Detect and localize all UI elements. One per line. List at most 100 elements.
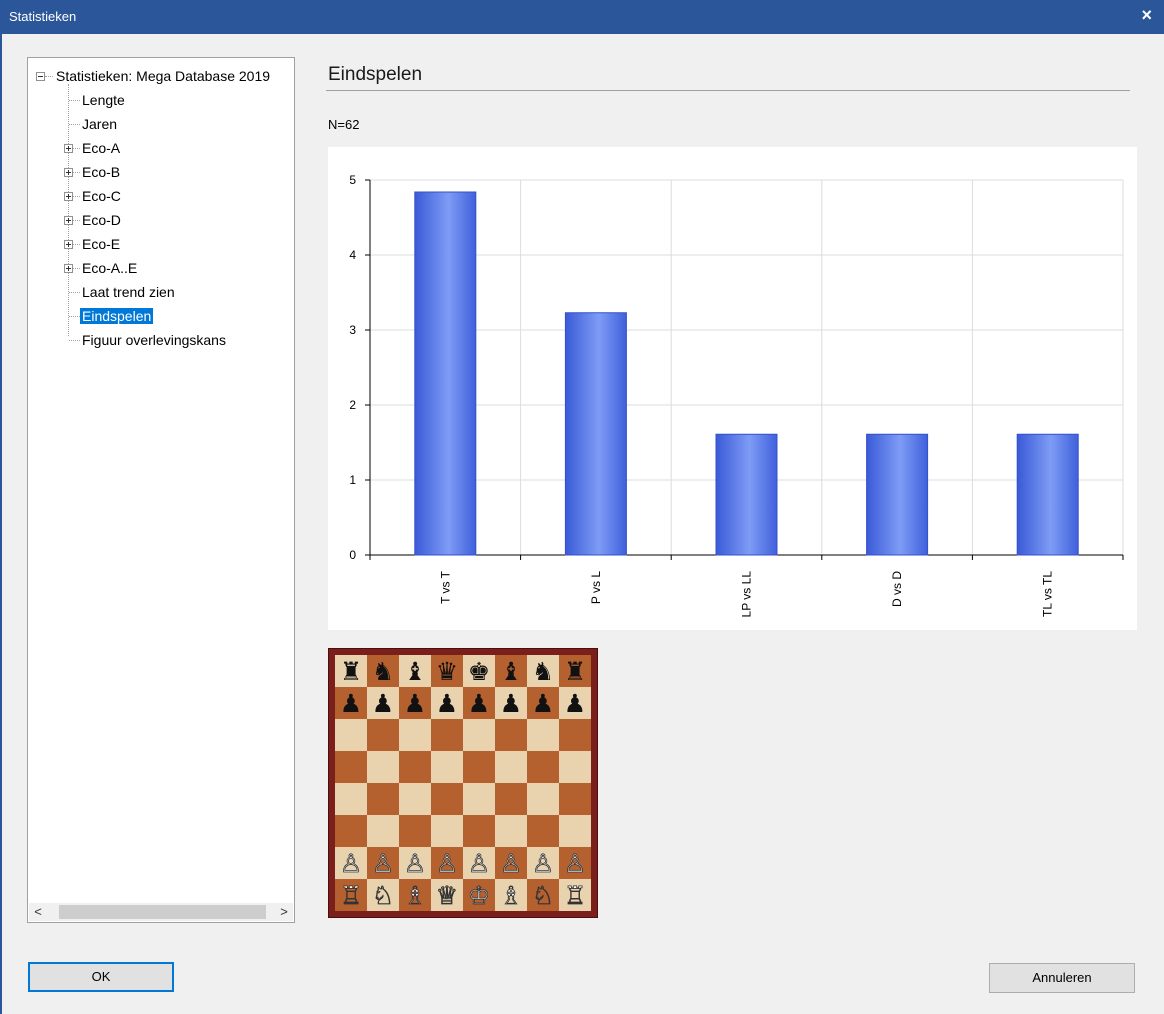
board-square[interactable]: ♙ xyxy=(559,847,591,879)
board-square[interactable] xyxy=(559,783,591,815)
board-square[interactable] xyxy=(495,815,527,847)
horizontal-scrollbar[interactable]: < > xyxy=(29,903,293,921)
board-square[interactable] xyxy=(559,719,591,751)
board-square[interactable]: ♖ xyxy=(335,879,367,911)
black-piece[interactable]: ♟ xyxy=(500,691,522,716)
white-piece[interactable]: ♙ xyxy=(371,850,394,876)
board-square[interactable]: ♕ xyxy=(431,879,463,911)
black-piece[interactable]: ♟ xyxy=(404,691,426,716)
white-piece[interactable]: ♙ xyxy=(563,850,586,876)
tree-item-figuur-overlevingskans[interactable]: Figuur overlevingskans xyxy=(80,329,228,351)
board-square[interactable]: ♜ xyxy=(335,655,367,687)
board-square[interactable]: ♖ xyxy=(559,879,591,911)
board-square[interactable]: ♚ xyxy=(463,655,495,687)
white-piece[interactable]: ♙ xyxy=(403,850,426,876)
board-square[interactable] xyxy=(559,815,591,847)
board-square[interactable] xyxy=(335,751,367,783)
board-square[interactable] xyxy=(399,783,431,815)
board-square[interactable]: ♟ xyxy=(463,687,495,719)
black-piece[interactable]: ♛ xyxy=(436,659,458,684)
white-piece[interactable]: ♖ xyxy=(339,882,362,908)
statistics-tree[interactable]: < > Statistieken: Mega Database 2019 Leng… xyxy=(27,57,295,923)
board-square[interactable] xyxy=(335,783,367,815)
tree-item-eco-a[interactable]: Eco-A xyxy=(80,137,122,159)
board-square[interactable] xyxy=(527,751,559,783)
expand-icon[interactable] xyxy=(64,240,73,249)
board-square[interactable]: ♘ xyxy=(527,879,559,911)
white-piece[interactable]: ♙ xyxy=(531,850,554,876)
board-square[interactable]: ♙ xyxy=(527,847,559,879)
board-square[interactable]: ♗ xyxy=(495,879,527,911)
black-piece[interactable]: ♞ xyxy=(372,659,394,684)
board-square[interactable] xyxy=(463,751,495,783)
board-square[interactable] xyxy=(463,719,495,751)
black-piece[interactable]: ♟ xyxy=(436,691,458,716)
white-piece[interactable]: ♘ xyxy=(531,882,554,908)
white-piece[interactable]: ♕ xyxy=(435,882,458,908)
tree-item-eco-e[interactable]: Eco-E xyxy=(80,233,122,255)
tree-item-eindspelen[interactable]: Eindspelen xyxy=(80,305,154,327)
white-piece[interactable]: ♙ xyxy=(499,850,522,876)
board-square[interactable] xyxy=(527,783,559,815)
tree-item-eco-d[interactable]: Eco-D xyxy=(80,209,123,231)
board-square[interactable] xyxy=(431,751,463,783)
board-square[interactable] xyxy=(399,751,431,783)
board-square[interactable]: ♟ xyxy=(399,687,431,719)
tree-item-jaren[interactable]: Jaren xyxy=(80,113,119,135)
white-piece[interactable]: ♔ xyxy=(467,882,490,908)
board-square[interactable] xyxy=(431,815,463,847)
board-square[interactable]: ♟ xyxy=(527,687,559,719)
black-piece[interactable]: ♟ xyxy=(564,691,586,716)
white-piece[interactable]: ♙ xyxy=(435,850,458,876)
board-square[interactable]: ♝ xyxy=(495,655,527,687)
board-square[interactable] xyxy=(527,719,559,751)
board-square[interactable]: ♙ xyxy=(335,847,367,879)
expand-icon[interactable] xyxy=(64,168,73,177)
black-piece[interactable]: ♚ xyxy=(468,659,490,684)
expand-icon[interactable] xyxy=(64,192,73,201)
chess-board[interactable]: ♜ ♞ ♝ ♛ ♚ ♝ ♞ ♜ ♟ ♟ ♟ ♟ ♟ ♟ ♟ ♟ ♙ ♙ ♙ ♙ ♙ ♙ ♙ ♙ ♖ ♘ ♗ ♕ ♔ ♗ ♘ ♖ xyxy=(328,648,598,918)
black-piece[interactable]: ♟ xyxy=(340,691,362,716)
black-piece[interactable]: ♝ xyxy=(404,659,426,684)
board-square[interactable] xyxy=(367,751,399,783)
board-square[interactable] xyxy=(431,719,463,751)
board-square[interactable] xyxy=(559,751,591,783)
white-piece[interactable]: ♗ xyxy=(499,882,522,908)
board-square[interactable] xyxy=(367,783,399,815)
scroll-right-arrow-icon[interactable]: > xyxy=(275,903,293,921)
board-square[interactable]: ♟ xyxy=(431,687,463,719)
board-square[interactable]: ♟ xyxy=(559,687,591,719)
white-piece[interactable]: ♗ xyxy=(403,882,426,908)
board-square[interactable] xyxy=(463,815,495,847)
black-piece[interactable]: ♟ xyxy=(372,691,394,716)
board-square[interactable]: ♛ xyxy=(431,655,463,687)
board-square[interactable]: ♙ xyxy=(431,847,463,879)
black-piece[interactable]: ♝ xyxy=(500,659,522,684)
board-square[interactable] xyxy=(399,719,431,751)
white-piece[interactable]: ♙ xyxy=(339,850,362,876)
white-piece[interactable]: ♘ xyxy=(371,882,394,908)
board-square[interactable]: ♟ xyxy=(495,687,527,719)
black-piece[interactable]: ♞ xyxy=(532,659,554,684)
scrollbar-thumb[interactable] xyxy=(59,905,266,919)
board-square[interactable]: ♞ xyxy=(367,655,399,687)
board-square[interactable] xyxy=(431,783,463,815)
board-square[interactable]: ♝ xyxy=(399,655,431,687)
expand-icon[interactable] xyxy=(64,216,73,225)
tree-item-eco-c[interactable]: Eco-C xyxy=(80,185,123,207)
expand-icon[interactable] xyxy=(64,264,73,273)
board-square[interactable] xyxy=(495,719,527,751)
board-square[interactable] xyxy=(335,815,367,847)
board-square[interactable] xyxy=(527,815,559,847)
board-square[interactable]: ♜ xyxy=(559,655,591,687)
board-square[interactable] xyxy=(399,815,431,847)
board-square[interactable]: ♟ xyxy=(367,687,399,719)
board-square[interactable]: ♔ xyxy=(463,879,495,911)
board-grid[interactable]: ♜ ♞ ♝ ♛ ♚ ♝ ♞ ♜ ♟ ♟ ♟ ♟ ♟ ♟ ♟ ♟ ♙ ♙ ♙ ♙ ♙ ♙ ♙ ♙ ♖ ♘ ♗ ♕ ♔ ♗ ♘ ♖ xyxy=(335,655,591,911)
board-square[interactable]: ♙ xyxy=(399,847,431,879)
black-piece[interactable]: ♜ xyxy=(340,659,362,684)
board-square[interactable]: ♘ xyxy=(367,879,399,911)
cancel-button[interactable]: Annuleren xyxy=(989,963,1135,993)
tree-item-eco-a-e[interactable]: Eco-A..E xyxy=(80,257,139,279)
white-piece[interactable]: ♙ xyxy=(467,850,490,876)
